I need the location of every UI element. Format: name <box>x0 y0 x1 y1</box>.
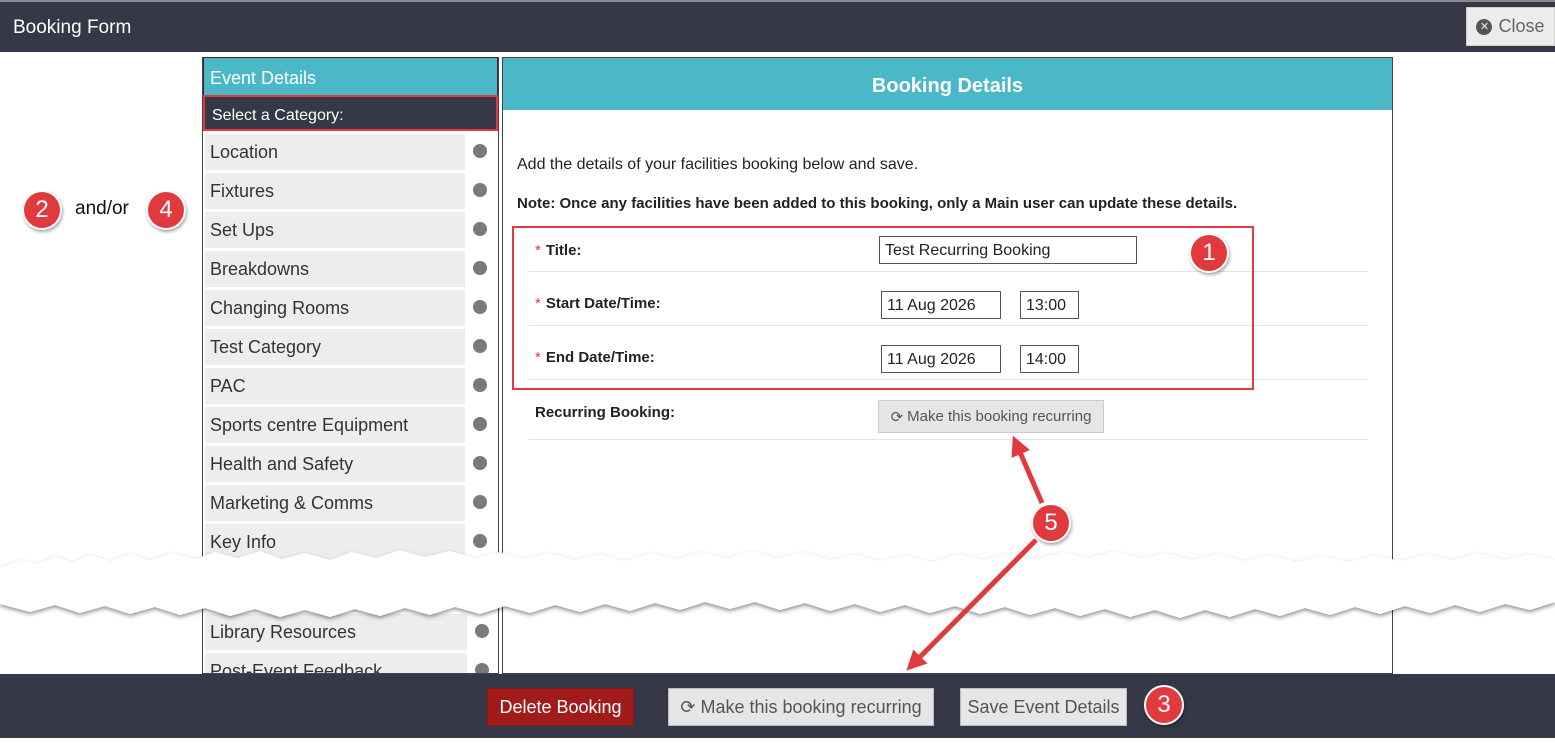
status-indicator <box>465 329 495 365</box>
category-label: Sports centre Equipment <box>210 415 409 435</box>
title-bar: Booking Form ✕ Close <box>0 0 1555 52</box>
status-dot-icon <box>473 495 487 509</box>
status-indicator <box>465 485 495 521</box>
category-item[interactable]: Test Category <box>205 329 495 365</box>
close-label: Close <box>1498 16 1545 36</box>
make-recurring-label: Make this booking recurring <box>700 696 922 717</box>
category-label: PAC <box>210 376 246 396</box>
status-indicator <box>465 446 495 482</box>
category-item[interactable]: Location <box>205 134 495 170</box>
make-recurring-inline-button[interactable]: ⟳ Make this booking recurring <box>878 400 1104 433</box>
status-dot-icon <box>473 339 487 353</box>
category-item[interactable]: Post-Event Feedback <box>205 653 497 674</box>
category-item[interactable]: Health and Safety <box>205 446 495 482</box>
status-indicator <box>465 407 495 443</box>
make-recurring-inline-label: Make this booking recurring <box>907 408 1092 425</box>
status-indicator <box>465 368 495 404</box>
status-dot-icon <box>473 222 487 236</box>
refresh-icon: ⟳ <box>890 408 904 426</box>
status-indicator <box>465 251 495 287</box>
panel-header: Booking Details <box>503 58 1392 110</box>
save-event-details-button[interactable]: Save Event Details <box>960 688 1127 726</box>
close-icon: ✕ <box>1476 18 1493 35</box>
status-indicator <box>465 134 495 170</box>
status-indicator <box>465 173 495 209</box>
and-or-text: and/or <box>75 198 129 219</box>
status-dot-icon <box>473 183 487 197</box>
select-category-header[interactable]: Select a Category: <box>203 95 498 131</box>
status-dot-icon <box>473 261 487 275</box>
badge-5: 5 <box>1031 503 1071 543</box>
note-text: Note: Once any facilities have been adde… <box>517 195 1238 212</box>
badge-2: 2 <box>22 190 62 230</box>
torn-edge <box>0 550 1555 618</box>
category-item[interactable]: Set Ups <box>205 212 495 248</box>
category-list: Location Fixtures Set Ups Breakdowns Changin… <box>203 134 498 560</box>
window-title: Booking Form <box>13 17 132 38</box>
category-item[interactable]: Sports centre Equipment <box>205 407 495 443</box>
category-label: Breakdowns <box>210 259 310 279</box>
category-label: Changing Rooms <box>210 298 350 318</box>
status-indicator <box>465 212 495 248</box>
status-dot-icon <box>473 300 487 314</box>
badge-3: 3 <box>1144 685 1184 725</box>
status-indicator <box>467 653 497 673</box>
category-label: Test Category <box>210 337 322 357</box>
close-button[interactable]: ✕ Close <box>1466 7 1555 46</box>
category-item[interactable]: Changing Rooms <box>205 290 495 326</box>
category-label: Fixtures <box>210 181 275 201</box>
badge-1: 1 <box>1189 233 1229 273</box>
category-item[interactable]: PAC <box>205 368 495 404</box>
badge-4: 4 <box>146 190 186 230</box>
delete-booking-button[interactable]: Delete Booking <box>487 688 634 726</box>
category-item[interactable]: Marketing & Comms <box>205 485 495 521</box>
category-label: Health and Safety <box>210 454 354 474</box>
footer-bar: Delete Booking ⟳ Make this booking recur… <box>0 674 1555 738</box>
category-label: Marketing & Comms <box>210 493 374 513</box>
refresh-icon: ⟳ <box>680 696 696 717</box>
category-item[interactable]: Breakdowns <box>205 251 495 287</box>
status-dot-icon <box>473 378 487 392</box>
status-dot-icon <box>473 417 487 431</box>
intro-text: Add the details of your facilities booki… <box>517 156 919 173</box>
category-item[interactable]: Fixtures <box>205 173 495 209</box>
category-label: Post-Event Feedback <box>210 661 383 674</box>
status-indicator <box>465 290 495 326</box>
category-label: Location <box>210 142 279 162</box>
status-dot-icon <box>473 456 487 470</box>
status-dot-icon <box>473 144 487 158</box>
status-dot-icon <box>475 663 489 673</box>
highlight-box-1 <box>512 226 1254 390</box>
recurring-label: Recurring Booking: <box>535 404 676 421</box>
sidebar-header[interactable]: Event Details <box>203 57 498 95</box>
make-recurring-button[interactable]: ⟳ Make this booking recurring <box>668 688 934 726</box>
category-label: Set Ups <box>210 220 275 240</box>
